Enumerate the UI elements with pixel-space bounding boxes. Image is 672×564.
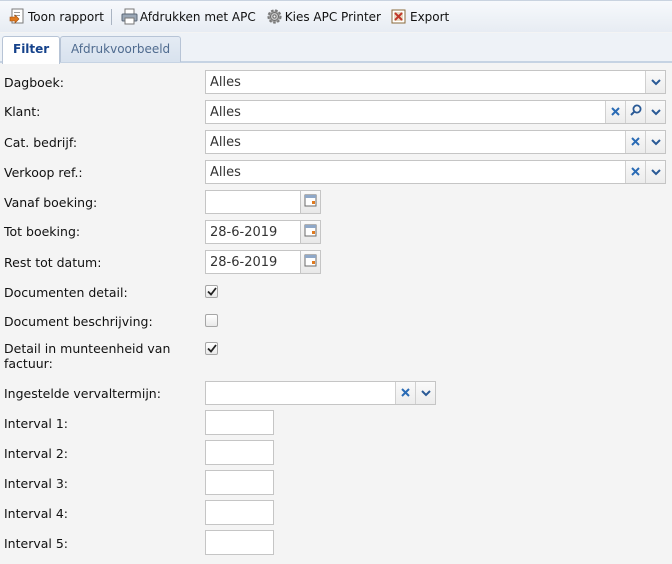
rest-tot-datum-date-field[interactable]: 28-6-2019 [205,250,321,274]
detail-munteenheid-checkbox[interactable] [205,342,218,355]
klant-dropdown-button[interactable] [645,101,665,123]
chevron-down-icon [650,165,661,180]
tab-bar: Filter Afdrukvoorbeeld [0,33,672,64]
document-beschrijving-checkbox[interactable] [205,314,218,327]
klant-combo[interactable]: Alles [205,100,666,124]
interval-4-label: Interval 4: [4,506,69,521]
checkmark-icon [206,285,217,299]
chevron-down-icon [420,386,431,401]
vervaltermijn-combo[interactable] [205,381,436,405]
clear-x-icon [611,105,620,120]
afdrukken-apc-button[interactable]: Afdrukken met APC [118,5,259,29]
verkoop-ref-dropdown-button[interactable] [645,161,665,183]
cat-bedrijf-dropdown-button[interactable] [645,131,665,153]
calendar-icon [304,224,317,241]
tab-filter[interactable]: Filter [2,36,61,64]
klant-value: Alles [210,105,241,120]
detail-munteenheid-label: Detail in munteenheid van factuur: [4,341,170,371]
vanaf-boeking-date-field[interactable] [205,190,321,214]
chevron-down-icon [650,135,661,150]
interval-5-input[interactable] [205,530,274,555]
cat-bedrijf-label: Cat. bedrijf: [4,135,78,150]
interval-1-label: Interval 1: [4,416,69,431]
tot-boeking-value: 28-6-2019 [210,225,278,240]
report-icon [9,8,26,25]
toolbar: Toon rapport Afdrukken met APC Kies APC … [0,0,672,32]
tab-afdrukvoorbeeld[interactable]: Afdrukvoorbeeld [60,36,182,62]
cat-bedrijf-value: Alles [210,135,241,150]
verkoop-ref-label: Verkoop ref.: [4,165,83,180]
clear-x-icon [631,165,640,180]
cat-bedrijf-combo[interactable]: Alles [205,130,666,154]
tot-boeking-date-field[interactable]: 28-6-2019 [205,220,321,244]
toolbar-separator [110,8,112,25]
toon-rapport-button[interactable]: Toon rapport [6,5,107,29]
documenten-detail-label: Documenten detail: [4,285,128,300]
rest-tot-datum-calendar-button[interactable] [300,251,320,273]
clear-x-icon [631,135,640,150]
detail-munteenheid-label-line1: Detail in munteenheid van [4,341,171,356]
checkmark-icon [206,342,217,356]
export-button[interactable]: Export [388,5,452,29]
verkoop-ref-combo[interactable]: Alles [205,160,666,184]
vervaltermijn-clear-button[interactable] [395,382,415,404]
verkoop-ref-clear-button[interactable] [625,161,645,183]
klant-clear-button[interactable] [605,101,625,123]
rest-tot-datum-label: Rest tot datum: [4,255,102,270]
interval-2-label: Interval 2: [4,446,69,461]
klant-label: Klant: [4,104,41,119]
export-icon [391,8,408,25]
chevron-down-icon [650,105,661,120]
kies-apc-printer-button[interactable]: Kies APC Printer [263,5,384,29]
dagboek-combo[interactable]: Alles [205,70,666,94]
chevron-down-icon [650,75,661,90]
vanaf-boeking-calendar-button[interactable] [300,191,320,213]
interval-3-label: Interval 3: [4,476,69,491]
rest-tot-datum-value: 28-6-2019 [210,255,278,270]
vervaltermijn-dropdown-button[interactable] [415,382,435,404]
interval-1-input[interactable] [205,410,274,435]
vanaf-boeking-label: Vanaf boeking: [4,195,98,210]
tot-boeking-label: Tot boeking: [4,224,81,239]
interval-3-input[interactable] [205,470,274,495]
document-beschrijving-label: Document beschrijving: [4,314,153,329]
calendar-icon [304,254,317,271]
tot-boeking-calendar-button[interactable] [300,221,320,243]
vervaltermijn-label: Ingestelde vervaltermijn: [4,386,161,401]
printer-icon [121,8,138,25]
afdrukken-apc-label: Afdrukken met APC [139,9,256,24]
interval-4-input[interactable] [205,500,274,525]
verkoop-ref-value: Alles [210,165,241,180]
dagboek-label: Dagboek: [4,75,64,90]
kies-apc-printer-label: Kies APC Printer [284,9,381,24]
calendar-icon [304,194,317,211]
interval-2-input[interactable] [205,440,274,465]
search-icon [629,104,642,120]
dagboek-value: Alles [210,75,241,90]
export-label: Export [409,9,450,24]
clear-x-icon [401,386,410,401]
gear-icon [266,8,283,25]
cat-bedrijf-clear-button[interactable] [625,131,645,153]
detail-munteenheid-label-line2: factuur: [4,356,53,371]
documenten-detail-checkbox[interactable] [205,285,218,298]
dagboek-dropdown-button[interactable] [645,71,665,93]
klant-search-button[interactable] [625,101,645,123]
interval-5-label: Interval 5: [4,536,69,551]
toon-rapport-label: Toon rapport [28,9,104,24]
